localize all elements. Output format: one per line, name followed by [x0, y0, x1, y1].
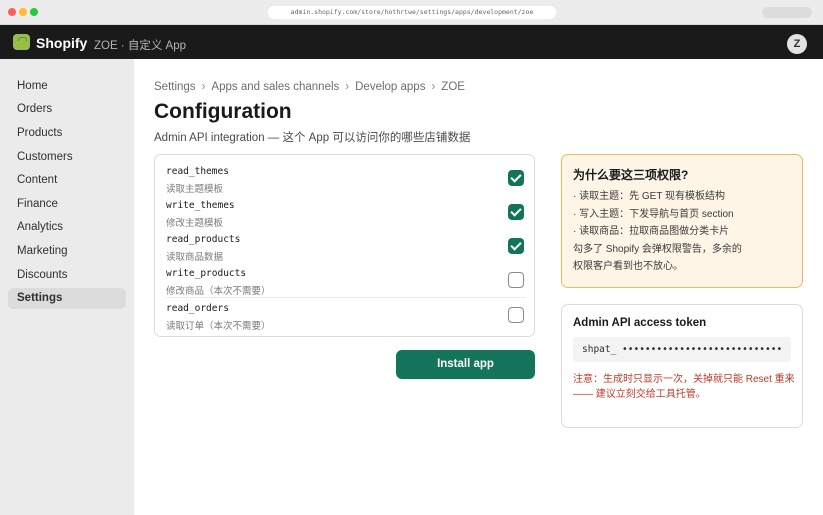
user-avatar[interactable]: Z	[787, 34, 807, 54]
admin-topbar: Shopify ZOE · 自定义 App Z	[0, 25, 823, 59]
breadcrumb-separator: ›	[345, 81, 350, 93]
read-products-checkbox[interactable]	[508, 238, 524, 254]
address-bar[interactable]: admin.shopify.com/store/hothrtwe/setting…	[268, 6, 556, 19]
note-line: 权限客户看到也不放心。	[573, 261, 683, 272]
write-themes-checkbox[interactable]	[508, 204, 524, 220]
note-line: 勾多了 Shopify 会弹权限警告，多余的	[573, 243, 742, 255]
install-app-button[interactable]: Install app	[396, 350, 535, 379]
scope-row-write-products: write_products 修改商品（本次不需要）	[165, 263, 526, 297]
note-line: · 读取主题：先 GET 现有模板结构	[573, 191, 726, 202]
note-line: · 写入主题：下发导航与首页 section	[573, 208, 734, 220]
scope-row-read-themes: read_themes 读取主题模板	[165, 161, 526, 195]
scope-description: 读取商品数据	[166, 252, 224, 263]
close-window-icon[interactable]	[8, 8, 16, 16]
scopes-card: read_themes 读取主题模板 write_themes 修改主题模板 r…	[154, 154, 535, 337]
read-themes-checkbox[interactable]	[508, 170, 524, 186]
minimize-window-icon[interactable]	[19, 8, 27, 16]
scope-name: read_themes	[166, 166, 229, 177]
scope-description: 修改主题模板	[166, 218, 224, 229]
scope-name: read_products	[166, 234, 241, 245]
maximize-window-icon[interactable]	[30, 8, 38, 16]
token-title: Admin API access token	[573, 317, 707, 329]
sidebar-item-content[interactable]: Content	[8, 170, 126, 191]
permissions-note-card: 为什么要这三项权限? · 读取主题：先 GET 现有模板结构 · 写入主题：下发…	[561, 154, 803, 288]
brand-name[interactable]: Shopify	[36, 35, 87, 51]
read-orders-checkbox[interactable]	[508, 307, 524, 323]
page-title: Configuration	[154, 100, 292, 123]
scope-row-read-orders: read_orders 读取订单（本次不需要）	[165, 297, 526, 332]
note-line: · 读取商品：拉取商品图做分类卡片	[573, 226, 730, 237]
shopify-bag-icon	[13, 34, 30, 50]
browser-chrome: admin.shopify.com/store/hothrtwe/setting…	[0, 0, 823, 25]
browser-extension-pill[interactable]	[762, 7, 812, 18]
breadcrumb-zoe: ZOE	[441, 81, 465, 93]
write-products-checkbox[interactable]	[508, 272, 524, 288]
sidebar-item-customers[interactable]: Customers	[8, 147, 126, 168]
scope-description: 读取主题模板	[166, 184, 224, 195]
sidebar-item-marketing[interactable]: Marketing	[8, 241, 126, 262]
sidebar-item-discounts[interactable]: Discounts	[8, 265, 126, 286]
scope-description: 修改商品（本次不需要）	[166, 286, 271, 297]
breadcrumb-separator: ›	[201, 81, 206, 93]
page-subtitle: Admin API integration — 这个 App 可以访问你的哪些店…	[154, 132, 471, 144]
sidebar-item-settings[interactable]: Settings	[8, 288, 126, 309]
sidebar-nav: Home Orders Products Customers Content F…	[0, 59, 134, 515]
note-title: 为什么要这三项权限?	[573, 168, 689, 182]
scope-name: write_products	[166, 268, 247, 279]
access-token-field[interactable]: shpat_ ••••••••••••••••••••••••••••	[573, 337, 791, 362]
breadcrumb: Settings › Apps and sales channels › Develop…	[154, 81, 465, 93]
sidebar-item-orders[interactable]: Orders	[8, 99, 126, 120]
scope-name: read_orders	[166, 303, 229, 314]
sidebar-item-finance[interactable]: Finance	[8, 194, 126, 215]
breadcrumb-separator: ›	[431, 81, 436, 93]
sidebar-item-home[interactable]: Home	[8, 76, 126, 97]
sidebar-item-products[interactable]: Products	[8, 123, 126, 144]
scope-row-read-products: read_products 读取商品数据	[165, 229, 526, 263]
scope-name: write_themes	[166, 200, 235, 211]
scope-description: 读取订单（本次不需要）	[166, 321, 271, 332]
access-token-card: Admin API access token shpat_ ••••••••••…	[561, 304, 803, 428]
breadcrumb-develop-apps[interactable]: Develop apps	[355, 81, 425, 93]
breadcrumb-apps-sales-channels[interactable]: Apps and sales channels	[211, 81, 339, 93]
sidebar-item-analytics[interactable]: Analytics	[8, 217, 126, 238]
token-warning: 注意：生成时只显示一次，关掉就只能 Reset 重来 —— 建议立刻交给工具托管…	[573, 374, 795, 400]
main-content: Settings › Apps and sales channels › Develop…	[134, 59, 823, 515]
scope-row-write-themes: write_themes 修改主题模板	[165, 195, 526, 229]
breadcrumb-settings[interactable]: Settings	[154, 81, 196, 93]
store-name: ZOE · 自定义 App	[94, 40, 187, 52]
